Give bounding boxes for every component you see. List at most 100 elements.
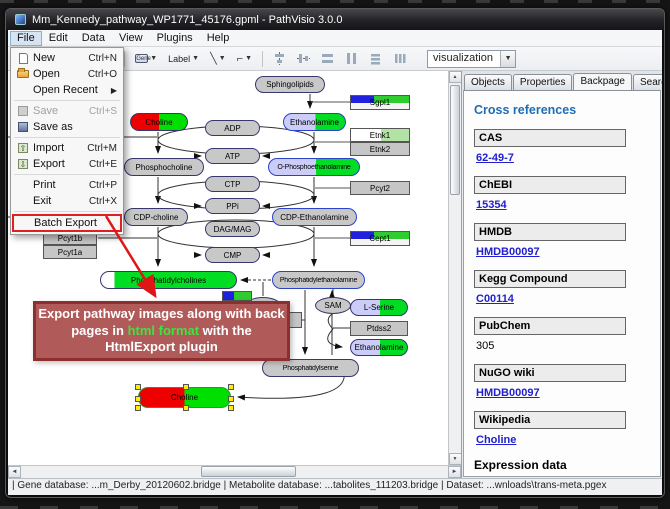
import-icon: ⇧ bbox=[15, 143, 31, 153]
node-label: CMP bbox=[224, 251, 242, 260]
menu-edit[interactable]: Edit bbox=[42, 31, 75, 46]
node-adp[interactable]: ADP bbox=[205, 120, 260, 136]
node-cdp-ethanolamine[interactable]: CDP-Ethanolamine bbox=[272, 208, 357, 226]
menu-data[interactable]: Data bbox=[75, 31, 112, 46]
node-sgpl1[interactable]: Sgpl1 bbox=[350, 95, 410, 110]
file-menu-import[interactable]: ⇧ Import Ctrl+M bbox=[11, 140, 123, 156]
node-label: CDP-Ethanolamine bbox=[280, 213, 348, 222]
menu-separator bbox=[14, 137, 120, 138]
file-menu-save-as[interactable]: Save as bbox=[11, 119, 123, 135]
visualization-combobox[interactable]: visualization ▼ bbox=[427, 50, 516, 68]
node-pcyt1a[interactable]: Pcyt1a bbox=[43, 245, 97, 259]
selection-handle[interactable] bbox=[135, 405, 141, 411]
xref-source-name: HMDB bbox=[474, 223, 626, 241]
node-label: Choline bbox=[145, 118, 172, 127]
side-panel: Objects Properties Backpage Search Legen… bbox=[461, 71, 662, 478]
selection-handle[interactable] bbox=[183, 405, 189, 411]
file-menu-new[interactable]: New Ctrl+N bbox=[11, 50, 123, 66]
stack-horizontal-button[interactable] bbox=[389, 49, 410, 68]
xref-section-hmdb: HMDB HMDB00097 bbox=[474, 223, 650, 260]
node-choline-top[interactable]: Choline bbox=[130, 113, 188, 131]
align-center-y-icon bbox=[297, 52, 310, 65]
menu-file[interactable]: File bbox=[10, 31, 42, 46]
node-sphingolipids[interactable]: Sphingolipids bbox=[255, 76, 325, 93]
visualization-dropdown-arrow-icon[interactable]: ▼ bbox=[500, 51, 515, 67]
file-menu-exit[interactable]: Exit Ctrl+X bbox=[11, 193, 123, 209]
tab-properties[interactable]: Properties bbox=[513, 74, 573, 90]
node-label: DAG/MAG bbox=[214, 225, 252, 234]
toolbar-separator bbox=[262, 51, 263, 67]
tab-objects[interactable]: Objects bbox=[464, 74, 512, 90]
node-o-phosphoethanolamine[interactable]: O-Phosphoethanolamine bbox=[268, 158, 360, 176]
node-phosphatidylserine[interactable]: Phosphatidylserine bbox=[262, 359, 359, 377]
node-pcyt2[interactable]: Pcyt2 bbox=[350, 181, 410, 195]
node-ppi[interactable]: PPi bbox=[205, 198, 260, 214]
xref-link[interactable]: 15354 bbox=[476, 199, 507, 211]
node-cept1[interactable]: Cept1 bbox=[350, 231, 410, 246]
node-label: Cept1 bbox=[369, 234, 390, 243]
node-sam[interactable]: SAM bbox=[315, 297, 351, 314]
node-label: Ptdss2 bbox=[367, 324, 391, 333]
tab-search[interactable]: Search bbox=[633, 74, 662, 90]
node-ptdss2[interactable]: Ptdss2 bbox=[350, 321, 408, 336]
scroll-left-icon[interactable]: ◄ bbox=[8, 466, 21, 478]
scroll-right-icon[interactable]: ► bbox=[448, 466, 461, 478]
add-line-button[interactable]: ╲ ▼ bbox=[206, 49, 230, 68]
node-ethanolamine-bottom[interactable]: Ethanolamine bbox=[350, 339, 408, 356]
file-menu-print[interactable]: Print Ctrl+P bbox=[11, 177, 123, 193]
menu-plugins[interactable]: Plugins bbox=[150, 31, 200, 46]
common-width-button[interactable] bbox=[317, 49, 338, 68]
node-ethanolamine-top[interactable]: Ethanolamine bbox=[283, 113, 346, 131]
add-connector-button[interactable]: ⌐ ▼ bbox=[233, 49, 256, 68]
horizontal-scroll-thumb[interactable] bbox=[201, 466, 296, 477]
selection-handle[interactable] bbox=[228, 405, 234, 411]
add-label-button[interactable]: Label ▼ bbox=[164, 49, 203, 68]
file-menu-open-recent[interactable]: Open Recent ▶ bbox=[11, 82, 123, 98]
node-cmp[interactable]: CMP bbox=[205, 247, 260, 263]
file-menu-export[interactable]: ⇩ Export Ctrl+E bbox=[11, 156, 123, 172]
node-etnk2[interactable]: Etnk2 bbox=[350, 142, 410, 156]
add-datanode-button[interactable]: Gene ▼ bbox=[131, 49, 161, 68]
align-center-x-icon bbox=[273, 52, 286, 65]
node-label: ATP bbox=[225, 152, 240, 161]
node-label: Ethanolamine bbox=[290, 118, 339, 127]
node-atp[interactable]: ATP bbox=[205, 148, 260, 164]
selection-handle[interactable] bbox=[135, 396, 141, 402]
common-height-button[interactable] bbox=[341, 49, 362, 68]
side-panel-tabs: Objects Properties Backpage Search Legen… bbox=[462, 71, 662, 90]
menu-view[interactable]: View bbox=[112, 31, 150, 46]
xref-section-pubchem: PubChem 305 bbox=[474, 317, 650, 354]
node-etnk1[interactable]: Etnk1 bbox=[350, 128, 410, 142]
node-choline-selected[interactable]: Choline bbox=[138, 387, 231, 408]
selection-handle[interactable] bbox=[228, 384, 234, 390]
tab-backpage[interactable]: Backpage bbox=[573, 73, 631, 90]
xref-link[interactable]: Choline bbox=[476, 434, 516, 446]
stack-vertical-button[interactable] bbox=[365, 49, 386, 68]
selection-handle[interactable] bbox=[183, 384, 189, 390]
connector-icon: ⌐ bbox=[237, 53, 243, 65]
xref-link[interactable]: HMDB00097 bbox=[476, 246, 540, 258]
canvas-horizontal-scrollbar[interactable]: ◄ ► bbox=[8, 465, 461, 478]
node-pemt[interactable] bbox=[222, 291, 252, 301]
node-ctp[interactable]: CTP bbox=[205, 176, 260, 192]
node-phosphatidylcholines[interactable]: Phosphatidylcholines bbox=[100, 271, 237, 289]
node-l-serine[interactable]: L-Serine bbox=[350, 299, 408, 316]
xref-link[interactable]: C00114 bbox=[476, 293, 514, 305]
node-label: Phosphatidylcholines bbox=[131, 276, 206, 285]
align-center-x-button[interactable] bbox=[269, 49, 290, 68]
selection-handle[interactable] bbox=[135, 384, 141, 390]
common-width-icon bbox=[321, 52, 334, 65]
node-cdp-choline[interactable]: CDP-choline bbox=[124, 208, 188, 226]
menu-help[interactable]: Help bbox=[200, 31, 237, 46]
horizontal-scroll-track[interactable] bbox=[21, 466, 448, 478]
selection-handle[interactable] bbox=[228, 396, 234, 402]
xref-link[interactable]: 62-49-7 bbox=[476, 152, 514, 164]
title-bar[interactable]: Mm_Kennedy_pathway_WP1771_45176.gpml - P… bbox=[6, 9, 664, 30]
align-center-y-button[interactable] bbox=[293, 49, 314, 68]
file-menu-open[interactable]: Open Ctrl+O bbox=[11, 66, 123, 82]
file-menu-batch-export[interactable]: Batch Export bbox=[12, 214, 122, 232]
node-phosphocholine[interactable]: Phosphocholine bbox=[124, 158, 204, 176]
node-dag-mag[interactable]: DAG/MAG bbox=[205, 221, 260, 237]
xref-link[interactable]: HMDB00097 bbox=[476, 387, 540, 399]
node-phosphatidylethanolamine[interactable]: Phosphatidylethanolamine bbox=[272, 271, 365, 289]
